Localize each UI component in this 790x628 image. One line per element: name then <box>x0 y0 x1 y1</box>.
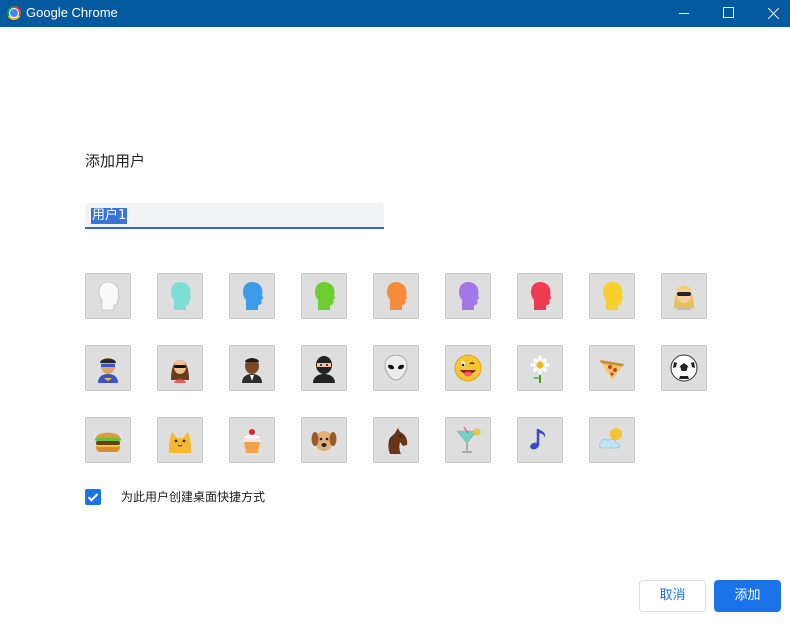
avatar-option[interactable] <box>85 345 131 391</box>
avatar-option[interactable] <box>373 417 419 463</box>
window-title: Google Chrome <box>26 5 118 20</box>
person-silhouette-white-icon <box>98 281 120 311</box>
avatar-option[interactable] <box>445 345 491 391</box>
dialog-title: 添加用户 <box>85 152 146 170</box>
cupcake-icon <box>242 429 262 453</box>
shortcut-checkbox[interactable] <box>85 489 101 505</box>
person-silhouette-teal-icon <box>171 282 192 310</box>
blonde-person-icon <box>674 285 694 310</box>
person-silhouette-blue-icon <box>243 282 264 310</box>
man-suit-icon <box>242 358 262 383</box>
avatar-option[interactable] <box>373 273 419 319</box>
avatar-option[interactable] <box>229 345 275 391</box>
chrome-logo-icon <box>7 6 21 20</box>
soccer-ball-icon <box>670 354 698 382</box>
avatar-option[interactable] <box>589 345 635 391</box>
avatar-option[interactable] <box>373 345 419 391</box>
cat-icon <box>169 432 191 453</box>
avatar-option[interactable] <box>517 273 563 319</box>
avatar-option[interactable] <box>589 273 635 319</box>
music-note-icon <box>530 429 546 450</box>
title-bar: Google Chrome <box>0 0 790 27</box>
dog-icon <box>311 431 337 451</box>
person-silhouette-purple-icon <box>459 282 480 310</box>
avatar-option[interactable] <box>661 273 707 319</box>
avatar-option[interactable] <box>301 345 347 391</box>
close-button[interactable] <box>750 0 790 27</box>
person-silhouette-red-icon <box>531 282 552 310</box>
avatar-option[interactable] <box>157 345 203 391</box>
person-silhouette-green-icon <box>315 282 336 310</box>
avatar-option[interactable] <box>445 273 491 319</box>
close-icon <box>768 7 780 19</box>
horse-icon <box>388 428 408 454</box>
avatar-option[interactable] <box>445 417 491 463</box>
add-button[interactable]: 添加 <box>714 580 781 612</box>
cancel-button[interactable]: 取消 <box>639 580 706 612</box>
avatar-option[interactable] <box>85 417 131 463</box>
avatar-option[interactable] <box>157 273 203 319</box>
ninja-icon <box>313 356 335 383</box>
flower-icon <box>529 354 551 383</box>
avatar-option[interactable] <box>517 345 563 391</box>
avatar-option[interactable] <box>229 417 275 463</box>
avatar-option[interactable] <box>157 417 203 463</box>
avatar-option[interactable] <box>301 417 347 463</box>
avatar-option[interactable] <box>517 417 563 463</box>
maximize-icon <box>723 7 734 18</box>
person-silhouette-orange-icon <box>387 282 408 310</box>
avatar-option[interactable] <box>85 273 131 319</box>
avatar-grid <box>85 273 725 473</box>
user-name-value: 用户1 <box>91 208 128 224</box>
pizza-icon <box>600 360 624 380</box>
checkmark-icon <box>87 493 99 502</box>
burger-icon <box>95 432 121 452</box>
sun-cloud-icon <box>598 428 622 449</box>
alien-icon <box>384 354 408 381</box>
smiley-tongue-icon <box>454 354 482 382</box>
person-silhouette-yellow-icon <box>603 282 624 310</box>
shortcut-checkbox-label: 为此用户创建桌面快捷方式 <box>121 490 266 504</box>
avatar-option[interactable] <box>589 417 635 463</box>
cocktail-icon <box>456 426 481 453</box>
user-name-input[interactable]: 用户1 <box>85 203 384 229</box>
maximize-button[interactable] <box>705 0 751 27</box>
minimize-icon <box>679 13 689 14</box>
avatar-option[interactable] <box>229 273 275 319</box>
minimize-button[interactable] <box>660 0 706 27</box>
avatar-option[interactable] <box>661 345 707 391</box>
woman-sunglasses-icon <box>171 360 189 383</box>
avatar-option[interactable] <box>301 273 347 319</box>
superhero-icon <box>98 358 118 383</box>
